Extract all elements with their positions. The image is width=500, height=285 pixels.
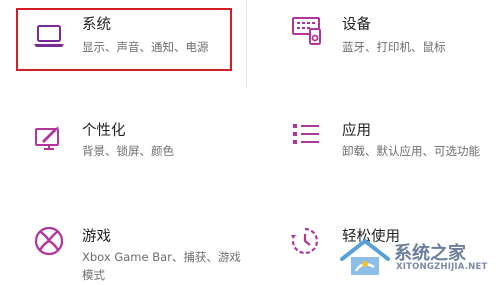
tile-devices[interactable]: 设备 蓝牙、打印机、鼠标 [280,8,490,71]
ease-of-access-icon [291,227,319,255]
tile-description: 背景、锁屏、颜色 [82,144,174,158]
selection-highlight [16,8,232,71]
tile-personalization[interactable]: 个性化 背景、锁屏、颜色 [16,118,232,168]
tile-apps[interactable]: 应用 卸载、默认应用、可选功能 [280,118,495,168]
tile-gaming[interactable]: 游戏 Xbox Game Bar、捕获、游戏模式 [16,224,246,282]
tile-title: 设备 [342,17,371,33]
personalization-icon [35,126,59,150]
tile-title: 个性化 [82,123,126,139]
devices-icon [292,17,321,45]
tile-title: 应用 [342,123,371,139]
tile-description: 蓝牙、打印机、鼠标 [342,40,446,54]
apps-icon [293,124,319,144]
tile-description: Xbox Game Bar、捕获、游戏模式 [82,250,241,282]
tile-description: 卸载、默认应用、可选功能 [342,144,480,158]
tile-title: 游戏 [82,229,111,245]
column-divider [246,0,247,88]
house-logo-icon [340,238,390,275]
xbox-icon [34,226,64,256]
watermark: 系统之家 XITONGZHIJIA.NET [338,237,494,279]
watermark-url: XITONGZHIJIA.NET [396,262,488,272]
